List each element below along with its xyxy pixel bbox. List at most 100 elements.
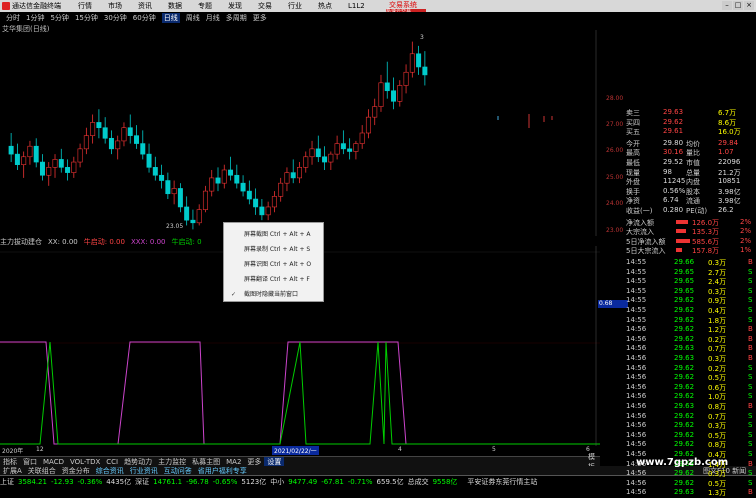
- period-tab[interactable]: 分时: [6, 13, 20, 23]
- kline-chart[interactable]: 3 23.05: [0, 30, 600, 236]
- candle-body: [8, 145, 14, 155]
- menu-item[interactable]: 资讯: [138, 1, 152, 11]
- candle-body: [240, 182, 246, 192]
- candle-group: [8, 41, 428, 230]
- server-label: 平安证券东莞行情主站: [467, 477, 538, 486]
- tick-volume: 0.5万: [708, 374, 727, 383]
- flow-pct: 1%: [740, 246, 752, 255]
- status-a: 659.5亿: [376, 477, 404, 486]
- tick-side: B: [748, 258, 753, 266]
- tick-volume: 0.8万: [708, 441, 727, 450]
- info-tab[interactable]: 综合资讯: [93, 466, 127, 476]
- status-v: 3584.21: [18, 477, 47, 486]
- tick-time: 14:56: [626, 325, 647, 334]
- period-tab[interactable]: 15分钟: [75, 13, 98, 23]
- indicator-tab[interactable]: MACD: [40, 458, 67, 466]
- stat-value: 22096: [718, 158, 741, 166]
- tick-side: S: [748, 382, 753, 391]
- flow-bar: [676, 248, 682, 253]
- menu-item[interactable]: 专题: [198, 1, 212, 11]
- flow-bar: [676, 229, 686, 234]
- candle-body: [177, 188, 183, 208]
- context-menu-item[interactable]: 屏幕截图 Ctrl + Alt + A: [224, 227, 323, 242]
- stat-label: 今开: [626, 139, 640, 148]
- tick-volume: 0.6万: [708, 383, 727, 392]
- tick-price: 29.63: [674, 402, 695, 410]
- info-tab[interactable]: 关联组合: [25, 466, 59, 476]
- context-menu-item[interactable]: ✓ 截图时隐藏当前窗口: [224, 287, 323, 302]
- menu-item[interactable]: 行情: [78, 1, 92, 11]
- info-tab[interactable]: 资金分布: [59, 466, 93, 476]
- menu-item[interactable]: 数据: [168, 1, 182, 11]
- flow-value: 157.8万: [692, 247, 720, 256]
- indicator-tab[interactable]: CCI: [103, 458, 121, 466]
- period-tab[interactable]: 周线: [186, 13, 200, 23]
- stat-value: 10851: [718, 177, 741, 186]
- candle-body: [184, 206, 190, 221]
- candle-body: [165, 180, 171, 195]
- period-tab[interactable]: 1分钟: [26, 13, 44, 23]
- info-tab[interactable]: 互动问答: [161, 466, 195, 476]
- stat-label: 换手: [626, 187, 640, 196]
- period-tab[interactable]: 60分钟: [133, 13, 156, 23]
- candle-body: [246, 190, 252, 200]
- info-tab[interactable]: 行业资讯: [127, 466, 161, 476]
- tick-volume: 0.3万: [708, 259, 727, 267]
- menu-item[interactable]: L1L2: [348, 2, 365, 10]
- tick-side: B: [748, 334, 753, 343]
- price-tick: 28.00: [606, 94, 624, 102]
- maximize-icon[interactable]: □: [733, 1, 743, 10]
- candle-body: [14, 153, 20, 165]
- tick-time: 14:55: [626, 296, 647, 305]
- menu-item[interactable]: 热点: [318, 1, 332, 11]
- context-menu-item[interactable]: 屏幕录制 Ctrl + Alt + S: [224, 242, 323, 257]
- info-tab[interactable]: 省用户福利专享: [195, 466, 250, 476]
- low-label: 23.05: [166, 223, 183, 230]
- menu-item[interactable]: 发现: [228, 1, 242, 11]
- tick-volume: 0.2万: [708, 364, 727, 373]
- indicator-value: 牛启动: 0: [171, 237, 202, 246]
- candle-body: [52, 159, 58, 168]
- menu-item[interactable]: 行业: [288, 1, 302, 11]
- tick-price: 29.62: [674, 411, 695, 420]
- period-tab[interactable]: 多周期: [226, 13, 247, 23]
- indicator-tab[interactable]: 设置: [264, 456, 285, 467]
- indicator-value: XXX: 0.00: [130, 237, 166, 246]
- tick-time: 14:56: [626, 469, 647, 478]
- tick-price: 29.62: [674, 334, 695, 343]
- tick-volume: 1.0万: [708, 393, 727, 402]
- info-tab[interactable]: 扩展A: [0, 466, 25, 476]
- tick-volume: 0.9万: [708, 297, 727, 306]
- menu-item[interactable]: 市场: [108, 1, 122, 11]
- candle-body: [27, 145, 33, 158]
- indicator-tab[interactable]: MA2: [223, 458, 244, 466]
- period-tab[interactable]: 日线: [161, 12, 180, 23]
- tick-time: 14:56: [626, 411, 647, 420]
- minimize-icon[interactable]: –: [722, 1, 732, 10]
- menu-item[interactable]: 交易: [258, 1, 272, 11]
- indicator-tab[interactable]: VOL-TDX: [67, 458, 103, 466]
- stat-label: 现量: [626, 168, 640, 177]
- candle-body: [209, 177, 215, 192]
- candle-body: [309, 148, 315, 158]
- close-icon[interactable]: ×: [744, 1, 754, 10]
- period-tab[interactable]: 更多: [253, 13, 267, 23]
- stat-label: 总量: [686, 168, 700, 177]
- tick-price: 29.62: [674, 392, 695, 401]
- period-tab[interactable]: 5分钟: [50, 13, 68, 23]
- candle-body: [347, 148, 353, 152]
- context-menu-item[interactable]: 屏幕识图 Ctrl + Alt + O: [224, 257, 323, 272]
- tick-volume: 0.3万: [708, 355, 727, 363]
- period-tab[interactable]: 30分钟: [104, 13, 127, 23]
- mini-marks: [497, 114, 553, 128]
- context-menu-item[interactable]: 屏幕翻译 Ctrl + Alt + F: [224, 272, 323, 287]
- tick-time: 14:56: [626, 392, 647, 401]
- indicator-name[interactable]: 主力拔动建仓: [0, 237, 42, 247]
- tick-price: 29.63: [674, 354, 695, 362]
- period-tab[interactable]: 月线: [206, 13, 220, 23]
- menu-bar: 通达信金融终端 行情 市场 资讯 数据 专题 发现 交易 行业 热点 L1L2 …: [0, 0, 756, 16]
- flow-value: 126.0万: [692, 218, 720, 227]
- tick-volume: 0.4万: [708, 307, 727, 315]
- stat-label: 最高: [626, 149, 640, 158]
- tick-price: 29.62: [674, 306, 695, 314]
